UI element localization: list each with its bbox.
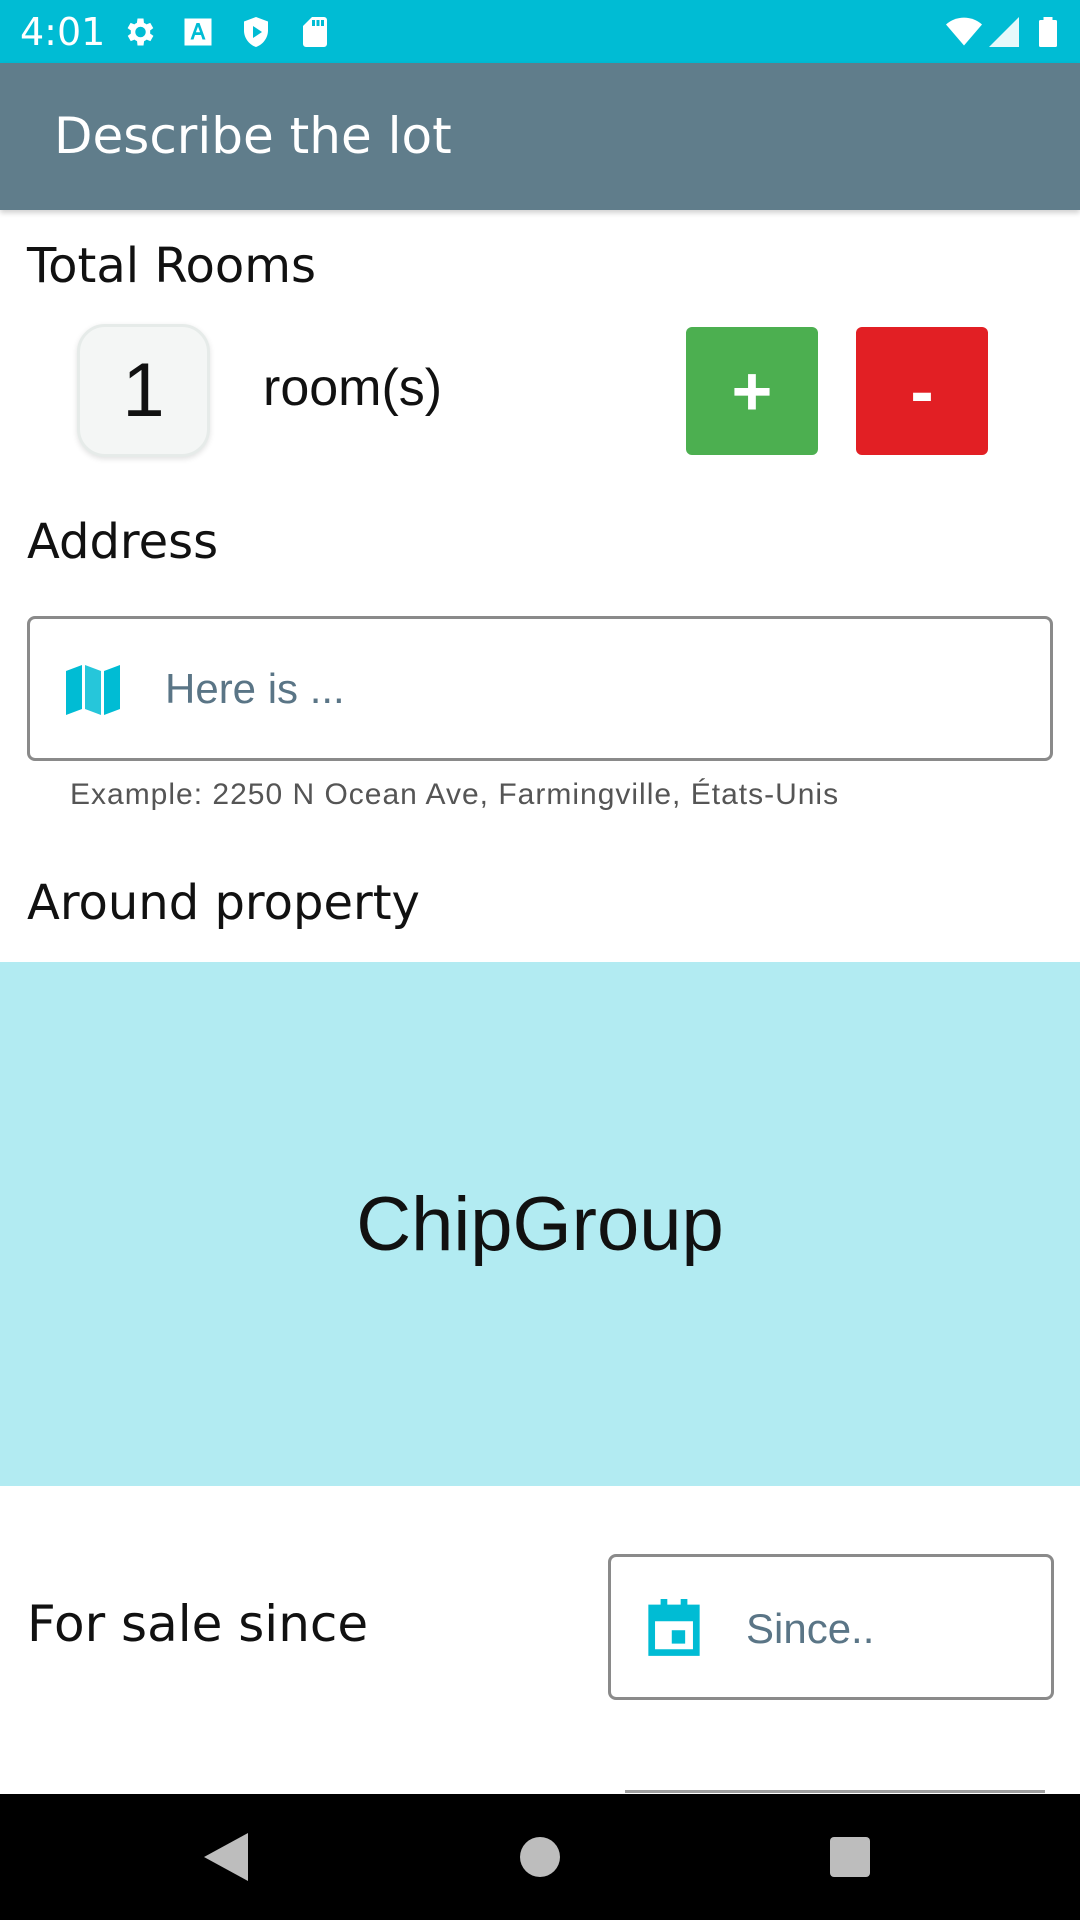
battery-icon: [1028, 12, 1068, 52]
since-input[interactable]: [746, 1589, 1036, 1669]
home-icon[interactable]: [515, 1832, 565, 1882]
shield-play-icon: [236, 12, 276, 52]
increment-rooms-button[interactable]: +: [686, 327, 818, 455]
signal-icon: [984, 12, 1024, 52]
recents-icon[interactable]: [825, 1832, 875, 1882]
gear-icon: [119, 12, 159, 52]
total-rooms-title: Total Rooms: [27, 238, 317, 294]
chip-group-label: ChipGroup: [356, 1181, 724, 1267]
wifi-icon: [944, 12, 984, 52]
for-sale-since-label: For sale since: [27, 1595, 369, 1653]
text-a-icon: [178, 12, 218, 52]
address-title: Address: [27, 514, 219, 570]
room-count-display: 1: [77, 324, 210, 457]
room-count-value: 1: [122, 348, 165, 433]
address-field[interactable]: [27, 616, 1053, 761]
status-bar: 4:01: [0, 0, 1080, 63]
status-time: 4:01: [20, 10, 106, 54]
decrement-rooms-button[interactable]: -: [856, 327, 988, 455]
map-icon: [66, 665, 120, 715]
page-title: Describe the lot: [54, 107, 452, 165]
room-unit-label: room(s): [263, 359, 443, 417]
chip-group[interactable]: ChipGroup: [0, 962, 1080, 1486]
next-field-edge: [625, 1790, 1045, 1793]
sd-card-icon: [295, 12, 335, 52]
address-input[interactable]: [165, 649, 1025, 729]
address-helper-text: Example: 2250 N Ocean Ave, Farmingville,…: [70, 778, 840, 811]
navigation-bar: [0, 1794, 1080, 1920]
calendar-icon: [648, 1599, 700, 1656]
since-date-field[interactable]: [608, 1554, 1054, 1700]
back-icon[interactable]: [201, 1832, 251, 1882]
around-property-title: Around property: [27, 875, 420, 931]
app-bar: Describe the lot: [0, 63, 1080, 210]
